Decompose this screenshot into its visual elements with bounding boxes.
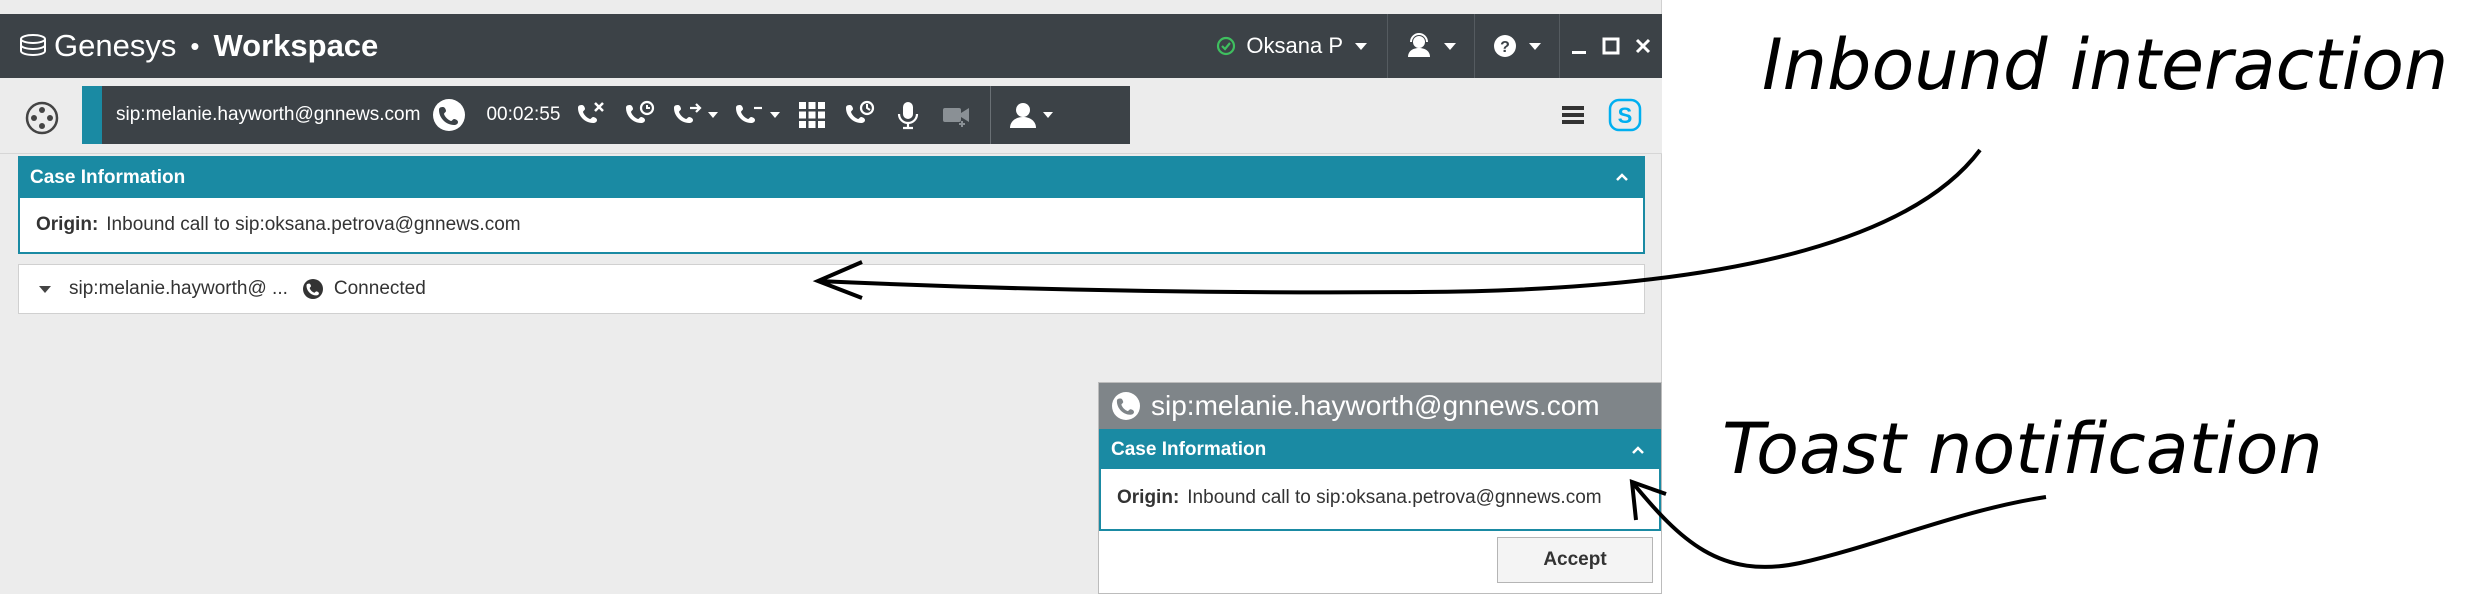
inbound-arrow	[817, 148, 1982, 295]
annotation-arrows	[812, 148, 2047, 569]
toast-arrow	[1630, 480, 2047, 569]
